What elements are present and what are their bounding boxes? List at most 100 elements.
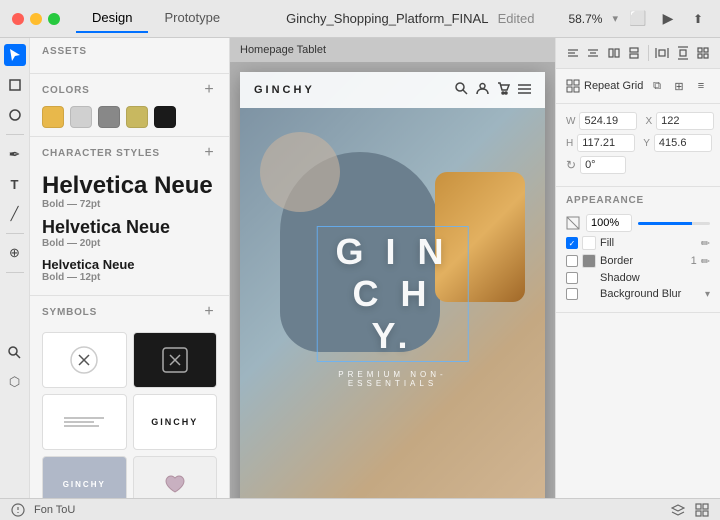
symbols-grid: GINCHY GINCHY bbox=[42, 328, 217, 498]
assets-header: ASSETS bbox=[42, 46, 217, 57]
assets-icon[interactable] bbox=[694, 502, 710, 518]
title-bar: Design Prototype Ginchy_Shopping_Platfor… bbox=[0, 0, 720, 38]
height-input[interactable] bbox=[577, 134, 635, 152]
repeat-options-icon[interactable]: ≡ bbox=[692, 77, 710, 95]
shadow-checkbox[interactable] bbox=[566, 272, 578, 284]
plugin-tool[interactable]: ⬡ bbox=[4, 371, 26, 393]
tidy-icon[interactable] bbox=[694, 44, 712, 62]
cart-nav-icon[interactable] bbox=[497, 82, 510, 98]
assets-title: ASSETS bbox=[42, 46, 87, 57]
fill-checkbox[interactable] bbox=[566, 237, 578, 249]
layers-icon[interactable] bbox=[670, 502, 686, 518]
symbol-circle-x[interactable] bbox=[42, 332, 127, 388]
char-style-item-small[interactable]: Helvetica Neue Bold — 12pt bbox=[42, 257, 217, 283]
repeat-ungroup-icon[interactable]: ⊞ bbox=[670, 77, 688, 95]
rotate-icon: ↻ bbox=[566, 158, 576, 172]
add-char-style-button[interactable]: + bbox=[201, 145, 217, 161]
width-input[interactable] bbox=[579, 112, 637, 130]
ellipse-tool[interactable] bbox=[4, 104, 26, 126]
window-controls bbox=[12, 13, 60, 25]
add-symbol-button[interactable]: + bbox=[201, 304, 217, 320]
close-button[interactable] bbox=[12, 13, 24, 25]
opacity-input[interactable] bbox=[586, 214, 632, 232]
repeat-grid-row: Repeat Grid ⧉ ⊞ ≡ bbox=[566, 77, 710, 95]
colors-header: Colors + bbox=[42, 82, 217, 98]
bg-blur-label: Background Blur bbox=[600, 288, 699, 300]
border-color-swatch[interactable] bbox=[582, 254, 596, 268]
color-swatch-black[interactable] bbox=[154, 106, 176, 128]
y-input[interactable] bbox=[654, 134, 712, 152]
char-style-item-large[interactable]: Helvetica Neue Bold — 72pt bbox=[42, 173, 217, 210]
play-icon[interactable]: ▶ bbox=[658, 9, 678, 29]
monitor-icon[interactable]: ⬜ bbox=[628, 9, 648, 29]
site-nav: GINCHY bbox=[240, 72, 545, 108]
tab-design[interactable]: Design bbox=[76, 4, 148, 33]
symbol-lines[interactable] bbox=[42, 394, 127, 450]
tool-separator-2 bbox=[6, 233, 24, 234]
color-swatch-yellow[interactable] bbox=[42, 106, 64, 128]
colors-title: Colors bbox=[42, 85, 90, 96]
align-row-icon[interactable] bbox=[625, 44, 643, 62]
color-swatch-lightgray[interactable] bbox=[70, 106, 92, 128]
canvas-viewport[interactable]: GINCHY bbox=[230, 62, 555, 498]
site-nav-icons bbox=[455, 82, 531, 98]
char-style-item-medium[interactable]: Helvetica Neue Bold — 20pt bbox=[42, 218, 217, 249]
color-swatch-tan[interactable] bbox=[126, 106, 148, 128]
fill-color-swatch[interactable] bbox=[582, 236, 596, 250]
menu-nav-icon[interactable] bbox=[518, 82, 531, 98]
y-label: Y bbox=[643, 138, 650, 149]
symbol-heart-button[interactable] bbox=[133, 456, 218, 498]
distribute-vert-icon[interactable] bbox=[674, 44, 692, 62]
opacity-slider[interactable] bbox=[638, 222, 710, 225]
minimize-button[interactable] bbox=[30, 13, 42, 25]
align-left-icon[interactable] bbox=[564, 44, 582, 62]
tool-separator-1 bbox=[6, 134, 24, 135]
share-icon[interactable]: ⬆ bbox=[688, 9, 708, 29]
colors-row bbox=[42, 106, 217, 128]
char-styles-list: Helvetica Neue Bold — 72pt Helvetica Neu… bbox=[42, 169, 217, 287]
canvas-label: Homepage Tablet bbox=[230, 38, 555, 62]
chevron-down-icon[interactable]: ▾ bbox=[612, 12, 618, 25]
cursor-tool[interactable] bbox=[4, 44, 26, 66]
symbols-title: Symbols bbox=[42, 307, 97, 318]
character-styles-section: Character Styles + Helvetica Neue Bold —… bbox=[30, 137, 229, 296]
align-center-icon[interactable] bbox=[584, 44, 602, 62]
tool-separator-3 bbox=[6, 272, 24, 273]
hero-title-overlay: G I N C H Y. PREMIUM NON-ESSENTIALS bbox=[316, 226, 469, 388]
repeat-copy-icon[interactable]: ⧉ bbox=[648, 77, 666, 95]
pen-tool[interactable]: ✒ bbox=[4, 143, 26, 165]
fill-label: Fill bbox=[600, 237, 697, 249]
symbol-square-x[interactable] bbox=[133, 332, 218, 388]
repeat-grid-section: Repeat Grid ⧉ ⊞ ≡ bbox=[556, 69, 720, 104]
dim-row-rotation: ↻ bbox=[566, 156, 710, 174]
bg-blur-chevron-icon[interactable]: ▾ bbox=[705, 289, 710, 300]
zoom-tool[interactable]: ⊕ bbox=[4, 242, 26, 264]
fill-edit-icon[interactable]: ✏ bbox=[701, 237, 710, 250]
search-tool[interactable] bbox=[4, 341, 26, 363]
align-col-icon[interactable] bbox=[605, 44, 623, 62]
tab-prototype[interactable]: Prototype bbox=[148, 4, 236, 33]
line-tool[interactable]: ╱ bbox=[4, 203, 26, 225]
status-icon-left[interactable] bbox=[10, 502, 26, 518]
border-value: 1 bbox=[691, 255, 697, 267]
user-nav-icon[interactable] bbox=[476, 82, 489, 98]
search-nav-icon[interactable] bbox=[455, 82, 468, 98]
color-swatch-gray[interactable] bbox=[98, 106, 120, 128]
distribute-horiz-icon[interactable] bbox=[653, 44, 671, 62]
rotation-input[interactable] bbox=[580, 156, 626, 174]
opacity-icon bbox=[566, 216, 580, 230]
char-style-label-medium: Bold — 20pt bbox=[42, 238, 217, 249]
maximize-button[interactable] bbox=[48, 13, 60, 25]
bg-blur-checkbox[interactable] bbox=[566, 288, 578, 300]
border-checkbox[interactable] bbox=[566, 255, 578, 267]
opacity-row bbox=[566, 214, 710, 232]
add-color-button[interactable]: + bbox=[201, 82, 217, 98]
symbols-header: Symbols + bbox=[42, 304, 217, 320]
border-edit-icon[interactable]: ✏ bbox=[701, 255, 710, 268]
symbol-ginchy-button[interactable]: GINCHY bbox=[42, 456, 127, 498]
symbol-ginchy-logo[interactable]: GINCHY bbox=[133, 394, 218, 450]
x-input[interactable] bbox=[656, 112, 714, 130]
text-tool[interactable]: T bbox=[4, 173, 26, 195]
zoom-level[interactable]: 58.7% bbox=[568, 12, 602, 26]
rectangle-tool[interactable] bbox=[4, 74, 26, 96]
